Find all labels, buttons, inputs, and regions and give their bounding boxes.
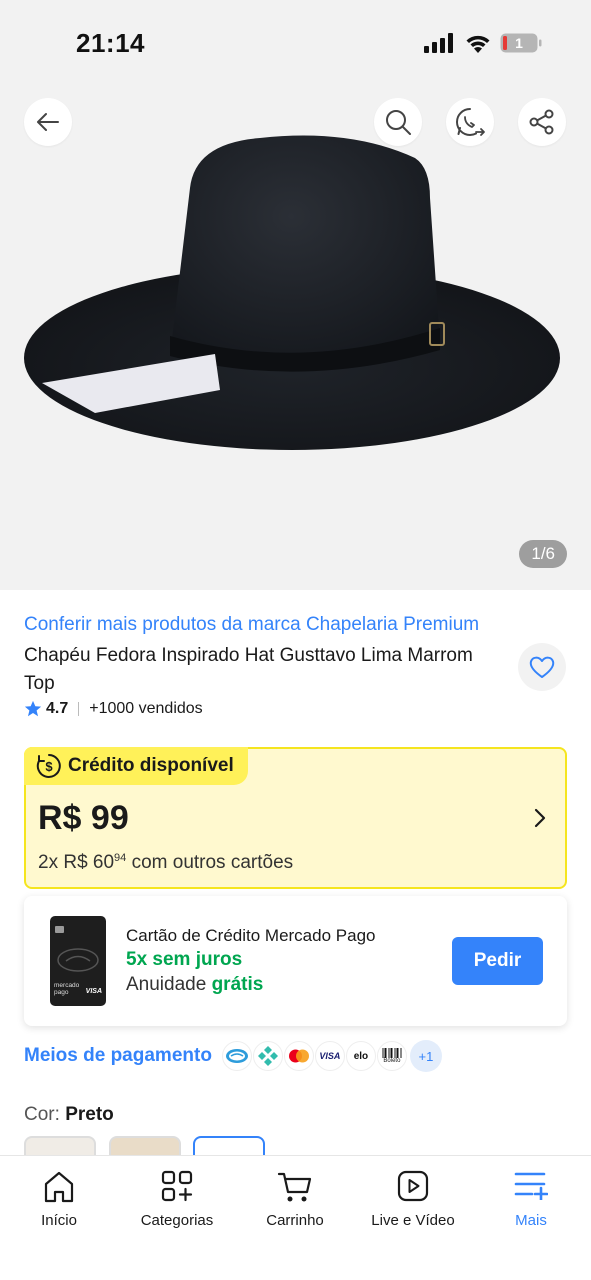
card-offer-fee: Anuidade grátis (126, 974, 263, 996)
color-value: Preto (65, 1104, 114, 1125)
whatsapp-share-button[interactable] (446, 98, 494, 146)
mercado-pago-icon (221, 1041, 252, 1071)
mastercard-icon (283, 1041, 314, 1071)
card-offer-promo: 5x sem juros (126, 949, 243, 970)
nav-item-categorias[interactable]: Categorias (118, 1156, 236, 1256)
elo-icon: elo (345, 1041, 376, 1071)
installments-prefix: 2x R$ 60 (38, 852, 115, 873)
credit-available-card[interactable]: $ Crédito disponível R$ 99 2x R$ 6094 co… (24, 747, 567, 889)
back-button[interactable] (24, 98, 72, 146)
color-variant-label: Cor: Preto (24, 1104, 114, 1126)
credit-card-offer[interactable]: mercado pago VISA Cartão de Crédito Merc… (24, 896, 567, 1026)
nav-label: Categorias (140, 1212, 214, 1229)
svg-text:$: $ (45, 759, 53, 774)
boleto-label: Boleto (383, 1058, 401, 1064)
favorite-button[interactable] (518, 643, 566, 691)
share-icon (529, 109, 554, 135)
categories-icon (161, 1170, 193, 1202)
card-brand: mercado pago (54, 982, 80, 996)
handshake-logo-icon (57, 948, 99, 972)
product-title: Chapéu Fedora Inspirado Hat Gusttavo Lim… (24, 645, 473, 694)
cart-icon (277, 1172, 312, 1202)
nav-item-carrinho[interactable]: Carrinho (236, 1156, 354, 1256)
nav-label: Carrinho (266, 1212, 324, 1229)
product-gallery[interactable]: 1/6 (0, 88, 591, 590)
bottom-navigation: Início Categorias Carrinho Live e Vídeo … (0, 1155, 591, 1280)
credit-amount: R$ 99 (38, 799, 129, 837)
card-chip (55, 926, 64, 933)
video-icon (397, 1170, 429, 1202)
heart-icon (529, 656, 555, 678)
pix-icon (252, 1041, 283, 1071)
credit-tag: $ Crédito disponível (24, 747, 248, 785)
nav-item-mais[interactable]: Mais (472, 1156, 590, 1256)
card-network: VISA (85, 988, 102, 995)
signal-icon (424, 33, 453, 53)
rating-value: 4.7 (46, 700, 69, 717)
card-offer-title: Cartão de Crédito Mercado Pago (126, 926, 376, 945)
credit-installments: 2x R$ 6094 com outros cartões (38, 852, 293, 874)
payment-methods-row[interactable]: Meios de pagamento VISA elo Boleto +1 (24, 1040, 442, 1072)
nav-label: Mais (515, 1212, 547, 1229)
chevron-right-icon (534, 808, 546, 828)
search-button[interactable] (374, 98, 422, 146)
installments-cents: 94 (114, 852, 127, 864)
nav-label: Live e Vídeo (371, 1212, 455, 1229)
status-time: 21:14 (76, 28, 145, 58)
request-card-button[interactable]: Pedir (452, 937, 543, 985)
product-image[interactable] (20, 128, 570, 458)
sold-count: +1000 vendidos (89, 700, 203, 717)
more-payment-methods[interactable]: +1 (409, 1040, 442, 1072)
status-bar: 21:14 1 (0, 0, 591, 88)
payment-methods-link[interactable]: Meios de pagamento (24, 1045, 212, 1067)
credit-tag-label: Crédito disponível (68, 755, 234, 776)
installments-suffix: com outros cartões (126, 852, 294, 873)
credit-card-image: mercado pago VISA (50, 916, 106, 1006)
image-counter: 1/6 (519, 540, 567, 568)
rating-row[interactable]: 4.7 +1000 vendidos (24, 700, 203, 718)
battery-level: 1 (515, 35, 523, 51)
arrow-left-icon (37, 113, 59, 131)
home-icon (44, 1171, 74, 1203)
whatsapp-share-icon (456, 108, 485, 137)
dollar-coin-icon: $ (36, 754, 61, 778)
wifi-icon (466, 35, 490, 53)
visa-icon: VISA (314, 1041, 345, 1071)
fee-value: grátis (211, 974, 264, 995)
nav-item-live-video[interactable]: Live e Vídeo (354, 1156, 472, 1256)
rating-divider (78, 702, 80, 716)
nav-label: Início (41, 1212, 77, 1229)
menu-plus-icon (514, 1172, 548, 1200)
brand-link[interactable]: Conferir mais produtos da marca Chapelar… (24, 614, 479, 636)
boleto-icon: Boleto (376, 1041, 407, 1071)
share-button[interactable] (518, 98, 566, 146)
nav-item-inicio[interactable]: Início (0, 1156, 118, 1256)
star-icon (24, 700, 42, 717)
color-label: Cor: (24, 1104, 66, 1125)
fee-label: Anuidade (126, 974, 212, 995)
search-icon (386, 110, 411, 135)
